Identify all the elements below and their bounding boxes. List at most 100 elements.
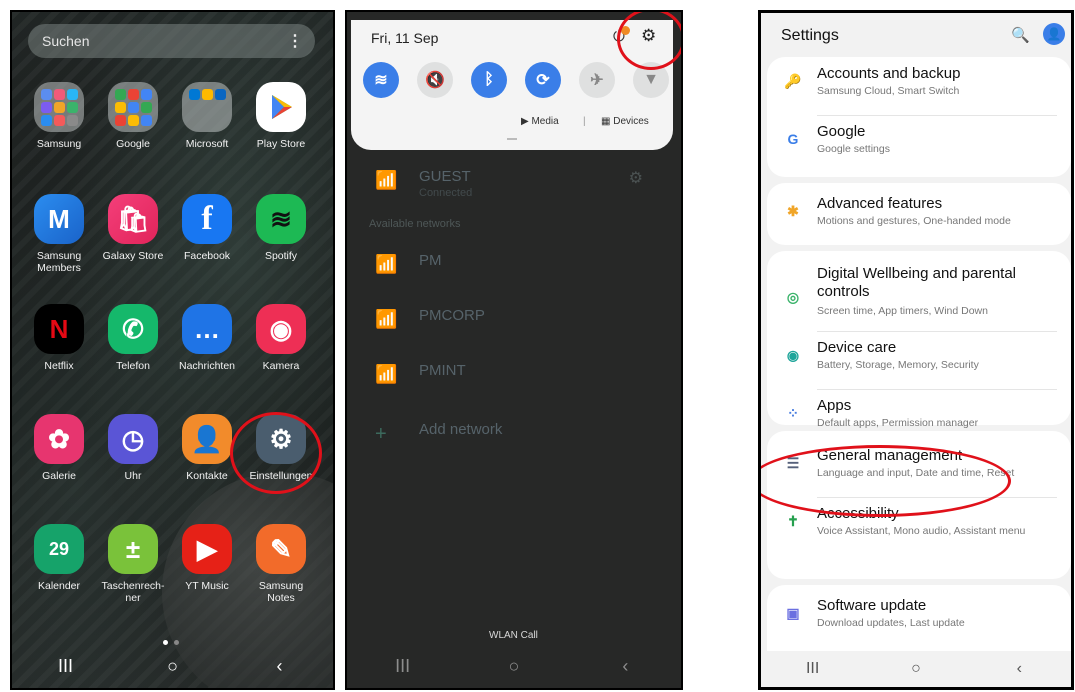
app-spotify[interactable]: ≋ Spotify [244, 194, 318, 262]
settings-item-subtitle: Download updates, Last update [817, 617, 965, 629]
app-camera[interactable]: ◉ Kamera [244, 304, 318, 372]
settings-gear-icon[interactable]: ⚙ [641, 26, 656, 46]
app-label: Kalender [37, 580, 81, 592]
settings-item-general-management[interactable]: ☰ General management Language and input, D… [767, 445, 1071, 497]
settings-item-subtitle: Battery, Storage, Memory, Security [817, 359, 979, 371]
app-gallery[interactable]: ✿ Galerie [22, 414, 96, 482]
settings-card: ☰ General management Language and input, D… [767, 431, 1071, 579]
media-button[interactable]: ▶ Media [521, 116, 559, 127]
wlan-call-label: WLAN Call [489, 630, 538, 641]
recents-button[interactable]: III [793, 660, 833, 678]
mute-toggle[interactable]: 🔇 [417, 62, 453, 98]
app-label: Samsung Members [36, 250, 82, 274]
app-yt-music[interactable]: ▶ YT Music [170, 524, 244, 592]
settings-item-google[interactable]: G Google Google settings [767, 121, 1071, 173]
network-row[interactable]: 📶 PMCORP [347, 293, 681, 348]
navigation-bar: III ○ ‹ [347, 644, 681, 688]
app-label: Einstellungen [249, 470, 313, 482]
app-samsung-folder[interactable]: Samsung [22, 82, 96, 150]
page-title: Settings [781, 27, 839, 44]
key-icon: 🔑 [784, 73, 802, 89]
settings-item-subtitle: Motions and gestures, One-handed mode [817, 215, 1011, 227]
divider [817, 389, 1057, 390]
app-label: Taschenrech-ner [101, 580, 165, 604]
wifi-signal-icon: 📶 [375, 309, 398, 329]
settings-item-title: Google [817, 123, 866, 140]
wellbeing-icon: ◎ [786, 289, 800, 305]
divider [817, 497, 1057, 498]
settings-item-subtitle: Screen time, App timers, Wind Down [817, 305, 988, 317]
galaxy-store-icon: 🛍 [108, 194, 158, 244]
network-row[interactable]: 📶 PM [347, 238, 681, 293]
app-facebook[interactable]: f Facebook [170, 194, 244, 262]
settings-header: Settings 🔍 👤 [761, 13, 1071, 57]
microsoft-folder-icon [182, 82, 232, 132]
network-settings-icon[interactable]: ⚙ [629, 168, 643, 188]
navigation-bar: III ○ ‹ [761, 651, 1071, 687]
more-options-icon[interactable]: ⋮ [287, 31, 303, 51]
app-label: Spotify [264, 250, 298, 262]
airplane-toggle[interactable]: ✈ [579, 62, 615, 98]
settings-item-software-update[interactable]: ▣ Software update Download updates, Last u… [767, 595, 1071, 647]
app-label: Telefon [116, 360, 150, 372]
settings-item-title: Software update [817, 597, 927, 614]
app-calendar[interactable]: 29 Kalender [22, 524, 96, 592]
google-g-icon: G [787, 131, 799, 147]
settings-item-title: Device care [817, 339, 897, 356]
recents-button[interactable]: III [46, 656, 86, 677]
settings-item-accounts-and-backup[interactable]: 🔑 Accounts and backup Samsung Cloud, Smart… [767, 63, 1071, 115]
app-samsung-members[interactable]: M Samsung Members [22, 194, 96, 274]
wifi-connected-row[interactable]: 📶 GUEST Connected ⚙ [347, 154, 681, 209]
back-button[interactable]: ‹ [260, 656, 300, 677]
wifi-toggle[interactable]: ≋ [363, 62, 399, 98]
account-avatar-icon[interactable]: 👤 [1043, 23, 1065, 45]
wifi-signal-icon: 📶 [375, 170, 398, 190]
bluetooth-toggle[interactable]: ᛒ [471, 62, 507, 98]
app-phone[interactable]: ✆ Telefon [96, 304, 170, 372]
calendar-icon: 29 [34, 524, 84, 574]
app-samsung-notes[interactable]: ✎ Samsung Notes [244, 524, 318, 604]
search-placeholder: Suchen [42, 33, 90, 49]
app-play-store[interactable]: Play Store [244, 82, 318, 150]
app-label: Netflix [44, 360, 74, 372]
app-netflix[interactable]: N Netflix [22, 304, 96, 372]
search-icon[interactable]: 🔍 [1011, 26, 1030, 44]
home-button[interactable]: ○ [153, 656, 193, 677]
app-clock[interactable]: ◷ Uhr [96, 414, 170, 482]
app-label: Uhr [124, 470, 142, 482]
network-row[interactable]: 📶 PMINT [347, 348, 681, 403]
advanced-gear-icon: ✱ [787, 203, 799, 219]
network-status: Connected [419, 187, 473, 199]
settings-gear-icon: ⚙ [256, 414, 306, 464]
add-network-row[interactable]: + Add network [347, 407, 681, 462]
app-google-folder[interactable]: Google [96, 82, 170, 150]
recents-button[interactable]: III [383, 656, 423, 677]
add-icon: + [375, 423, 387, 445]
samsung-notes-icon: ✎ [256, 524, 306, 574]
settings-item-device-care[interactable]: ◉ Device care Battery, Storage, Memory, Se… [767, 337, 1071, 389]
app-galaxy-store[interactable]: 🛍 Galaxy Store [96, 194, 170, 262]
calculator-icon: ± [108, 524, 158, 574]
home-button[interactable]: ○ [896, 660, 936, 678]
app-calculator[interactable]: ± Taschenrech-ner [96, 524, 170, 604]
devices-button[interactable]: ▦ Devices [601, 116, 649, 127]
back-button[interactable]: ‹ [605, 656, 645, 677]
flashlight-toggle[interactable]: ▼ [633, 62, 669, 98]
home-button[interactable]: ○ [494, 656, 534, 677]
finder-search-bar[interactable]: Suchen ⋮ [28, 24, 315, 58]
network-name: GUEST [419, 168, 471, 185]
settings-item-subtitle: Google settings [817, 143, 890, 155]
network-name: PM [419, 252, 442, 269]
panel-handle[interactable] [507, 138, 517, 140]
auto-rotate-toggle[interactable]: ⟳ [525, 62, 561, 98]
app-label: Play Store [256, 138, 306, 150]
app-microsoft-folder[interactable]: Microsoft [170, 82, 244, 150]
back-button[interactable]: ‹ [999, 660, 1039, 678]
settings-item-advanced-features[interactable]: ✱ Advanced features Motions and gestures, … [767, 193, 1071, 245]
app-settings-gear[interactable]: ⚙ Einstellungen [244, 414, 318, 482]
camera-icon: ◉ [256, 304, 306, 354]
app-contacts[interactable]: 👤 Kontakte [170, 414, 244, 482]
app-messages[interactable]: … Nachrichten [170, 304, 244, 372]
settings-item-accessibility[interactable]: ✝ Accessibility Voice Assistant, Mono audi… [767, 503, 1071, 555]
settings-item-digital-wellbeing-and-parental-controls[interactable]: ◎ Digital Wellbeing and parental controls… [767, 263, 1071, 333]
